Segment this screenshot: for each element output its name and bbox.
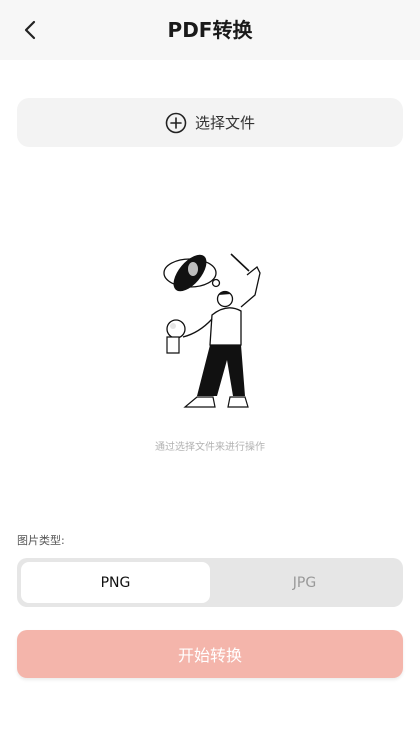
plus-circle-icon (165, 112, 187, 133)
image-type-selector: PNG JPG (17, 558, 403, 607)
option-png[interactable]: PNG (21, 562, 210, 603)
select-file-label: 选择文件 (194, 114, 255, 132)
person-conducting-illustration (163, 253, 261, 408)
header-bar: PDF转换 (0, 0, 420, 60)
select-file-button[interactable]: 选择文件 (17, 98, 403, 147)
page-title: PDF转换 (167, 18, 253, 42)
hint-text: 通过选择文件来进行操作 (155, 442, 265, 453)
image-type-label: 图片类型: (17, 534, 65, 547)
option-jpg[interactable]: JPG (210, 562, 399, 603)
start-convert-button[interactable]: 开始转换 (17, 630, 403, 678)
